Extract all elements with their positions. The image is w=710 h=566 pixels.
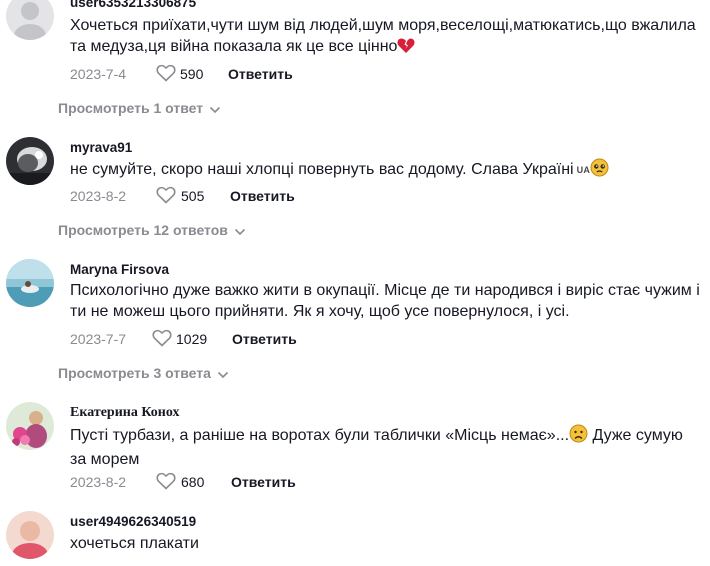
comment-date: 2023-8-2: [70, 188, 127, 204]
avatar[interactable]: [6, 0, 54, 40]
comment-text: хочеться плакати: [70, 535, 199, 552]
reply-button[interactable]: Ответить: [228, 66, 293, 82]
view-replies-label: Просмотреть 3 ответа: [58, 365, 211, 381]
sad-face-icon: [569, 424, 588, 449]
view-replies-button[interactable]: Просмотреть 1 ответ: [58, 100, 221, 117]
heart-icon[interactable]: [156, 64, 176, 85]
heart-icon[interactable]: [156, 186, 176, 207]
comment-date: 2023-7-4: [70, 66, 127, 82]
reply-button[interactable]: Ответить: [230, 188, 295, 204]
broken-heart-icon: [397, 37, 415, 60]
like-count: 680: [181, 474, 205, 490]
reply-button[interactable]: Ответить: [232, 331, 297, 347]
view-replies-button[interactable]: Просмотреть 3 ответа: [58, 365, 229, 382]
chevron-down-icon: [217, 366, 229, 382]
chevron-down-icon: [234, 223, 246, 239]
like-count: 505: [181, 188, 205, 204]
view-replies-button[interactable]: Просмотреть 12 ответов: [58, 222, 246, 239]
comment-username[interactable]: Maryna Firsova: [70, 262, 169, 277]
comment-username[interactable]: user6353213306875: [70, 0, 196, 10]
like-count: 590: [180, 66, 204, 82]
view-replies-label: Просмотреть 12 ответов: [58, 222, 228, 238]
heart-icon[interactable]: [156, 472, 176, 493]
heart-icon[interactable]: [152, 329, 172, 350]
comment-text: Пусті турбази, а раніше на воротах були …: [70, 424, 700, 470]
chevron-down-icon: [209, 101, 221, 117]
comment-date: 2023-7-7: [70, 331, 127, 347]
comment-text-body: Пусті турбази, а раніше на воротах були …: [70, 427, 570, 444]
like-count: 1029: [176, 331, 208, 347]
comment-text-body: не сумуйте, скоро наші хлопці повернуть …: [70, 161, 574, 178]
avatar[interactable]: [6, 259, 54, 307]
comment-username[interactable]: Екатерина Конох: [70, 405, 180, 421]
view-replies-label: Просмотреть 1 ответ: [58, 100, 204, 116]
comment-text: Психологічно дуже важко жити в окупації.…: [70, 282, 700, 320]
comment-username[interactable]: user4949626340519: [70, 514, 196, 529]
comment-text: Хочеться приїхати,чути шум від людей,шум…: [70, 15, 700, 60]
avatar[interactable]: [6, 402, 54, 450]
reply-button[interactable]: Ответить: [231, 474, 296, 490]
comment-text: не сумуйте, скоро наші хлопці повернуть …: [70, 158, 700, 183]
flag-ua: UA: [576, 165, 591, 175]
comment-username[interactable]: myrava91: [70, 140, 132, 155]
avatar[interactable]: [6, 137, 54, 185]
avatar[interactable]: [6, 511, 54, 559]
pleading-face-icon: [590, 158, 609, 183]
comment-text-body: Хочеться приїхати,чути шум від людей,шум…: [70, 17, 696, 55]
comment-date: 2023-8-2: [70, 474, 127, 490]
